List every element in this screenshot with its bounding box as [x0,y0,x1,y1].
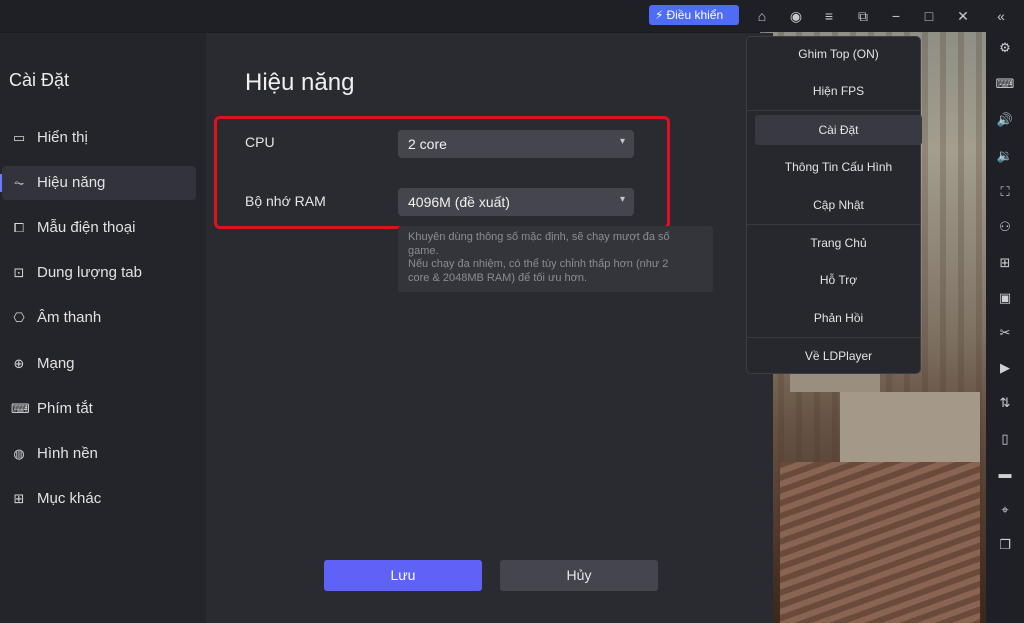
chevron-down-icon: ▾ [619,194,625,205]
menu-separator [747,224,920,225]
close-icon[interactable]: ✕ [953,6,973,26]
account-icon[interactable]: ◉ [786,6,806,26]
phone-model-icon: ⧠ [13,220,25,235]
title-bar: ⚡ Điều khiển ⌂ ◉ ≡ ⧉ − □ ✕ « [0,0,1024,32]
sidebar-item-performance[interactable]: ⏦ Hiệu năng [0,166,196,200]
sidebar-item-sound[interactable]: ⎔ Âm thanh [2,301,196,335]
storage-icon: ⊡ [13,265,25,280]
control-label: Điều khiển [666,8,724,22]
sidebar-item-label: Mẫu điện thoại [37,219,136,236]
keyboard-mapping-icon[interactable]: ⌨ [995,74,1015,94]
hint-text: core & 2048MB RAM) để tối ưu hơn. [408,271,588,284]
right-toolbar: ⚙ ⌨ 🔊 🔉 ⛶ ⚇ ⊞ ▣ ✂ ▶ ⇅ ▯ ▬ ⌖ ❐ [986,32,1024,623]
sidebar-item-label: Âm thanh [37,309,102,326]
globe-icon: ⊕ [13,356,25,371]
settings-sidebar: Cài Đặt ▭ Hiển thị ⏦ Hiệu năng ⧠ Mẫu điệ… [0,33,206,623]
sidebar-item-wallpaper[interactable]: ◍ Hình nền [2,437,196,471]
menu-item-pin-top[interactable]: Ghim Top (ON) [755,39,922,69]
cpu-value: 2 core [408,136,447,152]
grid-icon: ⊞ [13,491,25,506]
location-icon[interactable]: ⌖ [995,500,1015,520]
hint-text: Khuyên dùng thông số mặc định, sẽ chạy m… [408,231,670,243]
ram-select[interactable]: 4096M (đề xuất) ▾ [398,188,634,216]
sidebar-item-label: Dung lượng tab [37,264,142,281]
menu-item-system-info[interactable]: Thông Tin Cấu Hình [755,152,922,182]
menu-item-feedback[interactable]: Phản Hồi [755,303,922,333]
hint-text: game. [408,244,439,257]
ram-label: Bộ nhớ RAM [245,193,326,209]
cancel-button[interactable]: Hủy [500,560,658,591]
sidebar-item-storage[interactable]: ⊡ Dung lượng tab [2,256,196,290]
sidebar-item-phone-model[interactable]: ⧠ Mẫu điện thoại [2,211,196,245]
sidebar-title: Cài Đặt [9,70,70,90]
background-building [840,392,980,472]
operation-record-icon[interactable]: ⚇ [995,217,1015,237]
cpu-label: CPU [245,134,275,150]
sidebar-item-label: Phím tắt [37,400,93,417]
menu-item-about[interactable]: Về LDPlayer [755,341,922,371]
folder-icon[interactable]: ▬ [995,464,1015,484]
collapse-icon[interactable]: « [991,6,1011,26]
sidebar-item-label: Mục khác [37,490,102,507]
volume-up-icon[interactable]: 🔊 [995,110,1015,130]
menu-item-show-fps[interactable]: Hiện FPS [755,76,922,106]
menu-separator [747,110,920,111]
sync-icon[interactable]: ⇅ [995,393,1015,413]
fullscreen-icon[interactable]: ⛶ [995,182,1015,202]
ram-value: 4096M (đề xuất) [408,194,510,210]
sidebar-item-other[interactable]: ⊞ Mục khác [2,482,196,516]
chevron-down-icon: ▾ [619,136,625,147]
settings-dialog: Cài Đặt ▭ Hiển thị ⏦ Hiệu năng ⧠ Mẫu điệ… [0,33,773,623]
control-button[interactable]: ⚡ Điều khiển [649,5,739,25]
sidebar-item-display[interactable]: ▭ Hiển thị [2,121,196,155]
menu-item-support[interactable]: Hỗ Trợ [755,265,922,295]
background-roof [780,462,980,623]
apk-install-icon[interactable]: ▣ [995,288,1015,308]
volume-down-icon[interactable]: 🔉 [995,146,1015,166]
sidebar-item-label: Mạng [37,355,75,372]
cpu-select[interactable]: 2 core ▾ [398,130,634,158]
palette-icon: ◍ [13,446,25,461]
scissors-icon[interactable]: ✂ [995,323,1015,343]
keyboard-icon: ⌨ [11,401,30,416]
settings-gear-icon[interactable]: ⚙ [995,38,1015,58]
menu-item-homepage[interactable]: Trang Chủ [755,228,922,258]
screen-rotate-icon[interactable]: ⧉ [853,6,873,26]
sidebar-item-network[interactable]: ⊕ Mạng [2,347,196,381]
sidebar-item-shortcuts[interactable]: ⌨ Phím tắt [2,392,196,426]
performance-hint: Khuyên dùng thông số mặc định, sẽ chạy m… [398,226,713,292]
gamepad-icon: ⎔ [13,310,25,325]
monitor-icon: ▭ [12,130,26,145]
lightning-icon: ⚡ [655,8,664,22]
sidebar-item-label: Hình nền [37,445,98,462]
maximize-icon[interactable]: □ [919,6,939,26]
multi-instance-icon[interactable]: ❐ [995,535,1015,555]
hint-text: Nếu chạy đa nhiệm, có thể tùy chỉnh thấp… [408,258,669,270]
gift-icon[interactable]: ⌂ [752,6,772,26]
menu-icon[interactable]: ≡ [819,6,839,26]
menu-separator [747,337,920,338]
sidebar-item-label: Hiển thị [37,129,88,146]
menu-item-update[interactable]: Cập Nhật [755,190,922,220]
add-app-icon[interactable]: ⊞ [995,253,1015,273]
minimize-icon[interactable]: − [886,6,906,26]
shake-icon[interactable]: ▯ [995,429,1015,449]
sidebar-item-label: Hiệu năng [37,174,106,191]
menu-item-settings[interactable]: Cài Đặt [755,115,922,145]
save-button[interactable]: Lưu [324,560,482,591]
video-record-icon[interactable]: ▶ [995,358,1015,378]
main-menu-dropdown: Ghim Top (ON) Hiện FPS Cài Đặt Thông Tin… [746,36,922,374]
page-title: Hiệu năng [245,69,355,96]
performance-icon: ⏦ [13,175,25,190]
